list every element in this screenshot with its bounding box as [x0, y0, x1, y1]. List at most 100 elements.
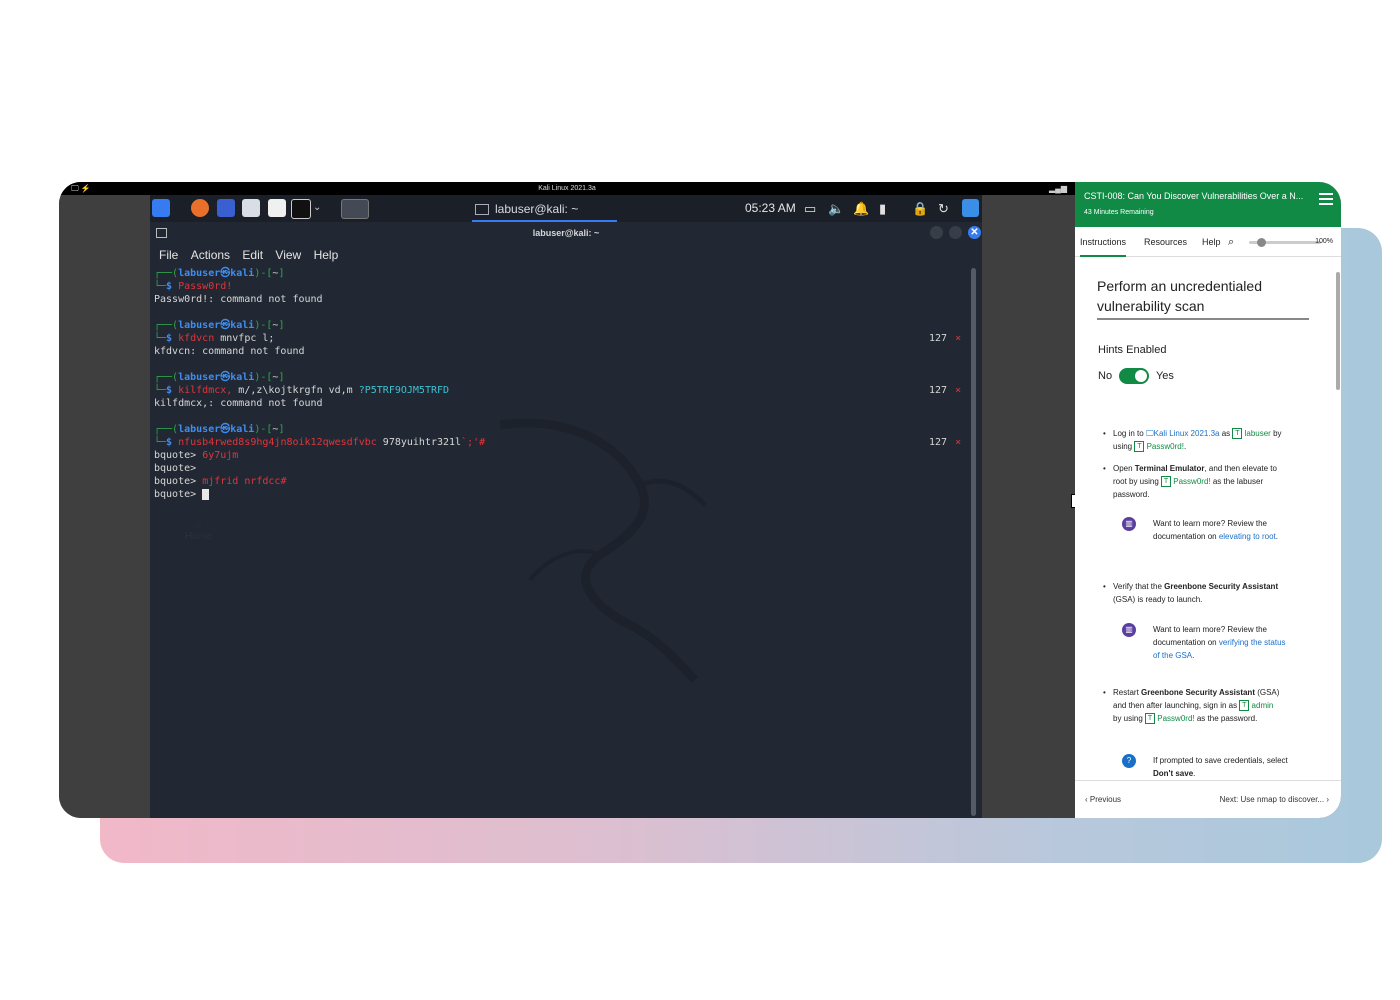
kali-top-panel: ⌄ labuser@kali: ~ 05:23 AM ▭ 🔈 🔔 ▮ 🔒 ↻	[150, 195, 982, 222]
refresh-icon[interactable]: ↻	[938, 200, 949, 217]
menu-view[interactable]: View	[275, 248, 301, 262]
maximize-button[interactable]	[949, 226, 962, 239]
clock[interactable]: 05:23 AM	[745, 195, 796, 222]
volume-icon[interactable]: 🔈	[828, 200, 844, 217]
menu-actions[interactable]: Actions	[191, 248, 230, 262]
elevating-to-root-link[interactable]: elevating to root	[1219, 532, 1276, 541]
chevron-right-icon: ›	[1324, 795, 1329, 804]
bquote-line: bquote>	[154, 488, 970, 501]
output-line: kfdvcn: command not found	[154, 346, 305, 357]
step-open-terminal: Open Terminal Emulator, and then elevate…	[1103, 462, 1283, 501]
close-button[interactable]: ✕	[968, 226, 981, 239]
active-terminal-icon[interactable]	[341, 199, 369, 219]
file-manager-icon[interactable]	[242, 199, 260, 217]
note-elevating: Want to learn more? Review the documenta…	[1153, 519, 1278, 541]
book-icon: ▥	[1122, 623, 1136, 637]
terminal-launcher-icon[interactable]	[291, 199, 311, 219]
password-text[interactable]: Passw0rd!	[1147, 442, 1184, 451]
bquote-line: bquote> mjfrid nrfdcc#	[154, 476, 287, 487]
battery-icon[interactable]: ▮	[879, 200, 886, 217]
step-login: Log in to 🖵Kali Linux 2021.3a as T labus…	[1103, 427, 1283, 453]
kali-menu-icon[interactable]	[152, 199, 170, 217]
toggle-no-label: No	[1098, 369, 1113, 382]
hamburger-menu-icon[interactable]	[1319, 193, 1333, 208]
exit-code: 127 ×	[929, 333, 962, 344]
zoom-slider[interactable]	[1249, 238, 1321, 247]
bquote-line: bquote>	[154, 463, 197, 474]
zoom-search-icon[interactable]: ⌕	[1228, 229, 1234, 255]
menu-file[interactable]: File	[159, 248, 178, 262]
prompt-line: ┌──(labuser㉿kali)-[~]	[154, 424, 285, 435]
menu-help[interactable]: Help	[314, 248, 339, 262]
minimize-button[interactable]	[930, 226, 943, 239]
time-remaining: 43 Minutes Remaining	[1084, 209, 1154, 216]
zoom-slider-knob[interactable]	[1257, 238, 1266, 247]
type-text-icon[interactable]: T	[1239, 700, 1250, 712]
prompt-line: ┌──(labuser㉿kali)-[~]	[154, 320, 285, 331]
command-line: └─$ Passw0rd!	[154, 281, 233, 292]
vm-display[interactable]: 🖵 ⚡ Kali Linux 2021.3a ▂▄▆ ⌄ labuser@kal…	[59, 182, 1075, 818]
hints-toggle[interactable]	[1119, 368, 1150, 384]
taskbar-terminal-task[interactable]: labuser@kali: ~	[472, 198, 617, 222]
lab-header: CSTI-008: Can You Discover Vulnerabiliti…	[1075, 182, 1341, 227]
hints-label: Hints Enabled	[1098, 344, 1167, 356]
tab-resources[interactable]: Resources	[1144, 229, 1187, 255]
lock-icon[interactable]: 🔒	[912, 200, 928, 217]
vm-window-title: Kali Linux 2021.3a	[538, 185, 596, 192]
workspace-icon[interactable]	[962, 199, 979, 217]
text-editor-icon[interactable]	[268, 199, 286, 217]
help-icon: ?	[1122, 754, 1136, 768]
tab-bar: Instructions Resources Help ⌕ 100%	[1075, 229, 1341, 257]
task-heading: Perform an uncredentialed vulnerability …	[1097, 276, 1309, 320]
username-text[interactable]: labuser	[1245, 429, 1271, 438]
monitor-icon[interactable]: 🖵 ⚡	[71, 182, 91, 195]
output-line: kilfdmcx,: command not found	[154, 398, 323, 409]
vm-link[interactable]: 🖵Kali Linux 2021.3a	[1146, 429, 1220, 438]
kali-desktop: ⌄ labuser@kali: ~ 05:23 AM ▭ 🔈 🔔 ▮ 🔒 ↻ l…	[150, 195, 982, 818]
book-icon: ▥	[1122, 517, 1136, 531]
password-text[interactable]: Passw0rd!	[1157, 714, 1194, 723]
terminal-titlebar: labuser@kali: ~ ✕	[150, 222, 982, 244]
type-text-icon[interactable]: T	[1232, 428, 1243, 440]
output-line: Passw0rd!: command not found	[154, 294, 323, 305]
vm-titlebar: 🖵 ⚡ Kali Linux 2021.3a ▂▄▆	[59, 182, 1075, 195]
hints-toggle-row: No Yes	[1098, 368, 1174, 386]
terminal-menubar: File Actions Edit View Help	[150, 244, 982, 266]
prompt-line: ┌──(labuser㉿kali)-[~]	[154, 372, 285, 383]
terminal-scrollbar[interactable]	[971, 268, 976, 816]
signal-icon: ▂▄▆	[1049, 184, 1067, 193]
type-text-icon[interactable]: T	[1145, 713, 1156, 725]
navigation-footer: ‹ Previous Next: Use nmap to discover...…	[1075, 780, 1341, 818]
step-verify-gsa: Verify that the Greenbone Security Assis…	[1103, 580, 1283, 606]
prompt-line: ┌──(labuser㉿kali)-[~]	[154, 268, 285, 279]
lab-title: CSTI-008: Can You Discover Vulnerabiliti…	[1084, 191, 1304, 201]
type-text-icon[interactable]: T	[1161, 476, 1172, 488]
tab-instructions[interactable]: Instructions	[1080, 229, 1127, 257]
bell-icon[interactable]: 🔔	[853, 200, 869, 217]
menu-edit[interactable]: Edit	[242, 248, 263, 262]
zoom-level: 100%	[1315, 238, 1333, 245]
chevron-down-icon[interactable]: ⌄	[313, 199, 323, 217]
terminal-window-title: labuser@kali: ~	[532, 228, 600, 238]
terminal-output[interactable]: ┌──(labuser㉿kali)-[~] └─$ Passw0rd! Pass…	[154, 267, 970, 818]
desktop-icon[interactable]	[217, 199, 235, 217]
window-icon	[475, 204, 489, 216]
password-text[interactable]: Passw0rd!	[1173, 477, 1210, 486]
step-restart-gsa: Restart Greenbone Security Assistant (GS…	[1103, 686, 1283, 725]
tab-help[interactable]: Help	[1202, 229, 1221, 255]
type-text-icon[interactable]: T	[1134, 441, 1145, 453]
instructions-scrollbar[interactable]	[1336, 272, 1340, 390]
bquote-line: bquote> 6y7ujm	[154, 450, 239, 461]
computer-icon: 🖵	[1145, 429, 1154, 438]
command-line: └─$ kfdvcn mnvfpc l; 127 ×	[154, 333, 962, 344]
instructions-panel: CSTI-008: Can You Discover Vulnerabiliti…	[1075, 182, 1341, 818]
taskbar-task-label: labuser@kali: ~	[495, 202, 579, 216]
firefox-icon[interactable]	[191, 199, 209, 217]
display-icon[interactable]: ▭	[804, 200, 816, 217]
previous-button[interactable]: ‹ Previous	[1085, 795, 1121, 804]
command-line: └─$ kilfdmcx, m/,z\kojtkrgfn vd,m ?P5TRF…	[154, 385, 962, 396]
admin-text[interactable]: admin	[1252, 701, 1274, 710]
note-save-credentials: If prompted to save credentials, select …	[1153, 756, 1288, 778]
next-button[interactable]: Next: Use nmap to discover... ›	[1220, 795, 1329, 804]
exit-code: 127 ×	[929, 437, 962, 448]
